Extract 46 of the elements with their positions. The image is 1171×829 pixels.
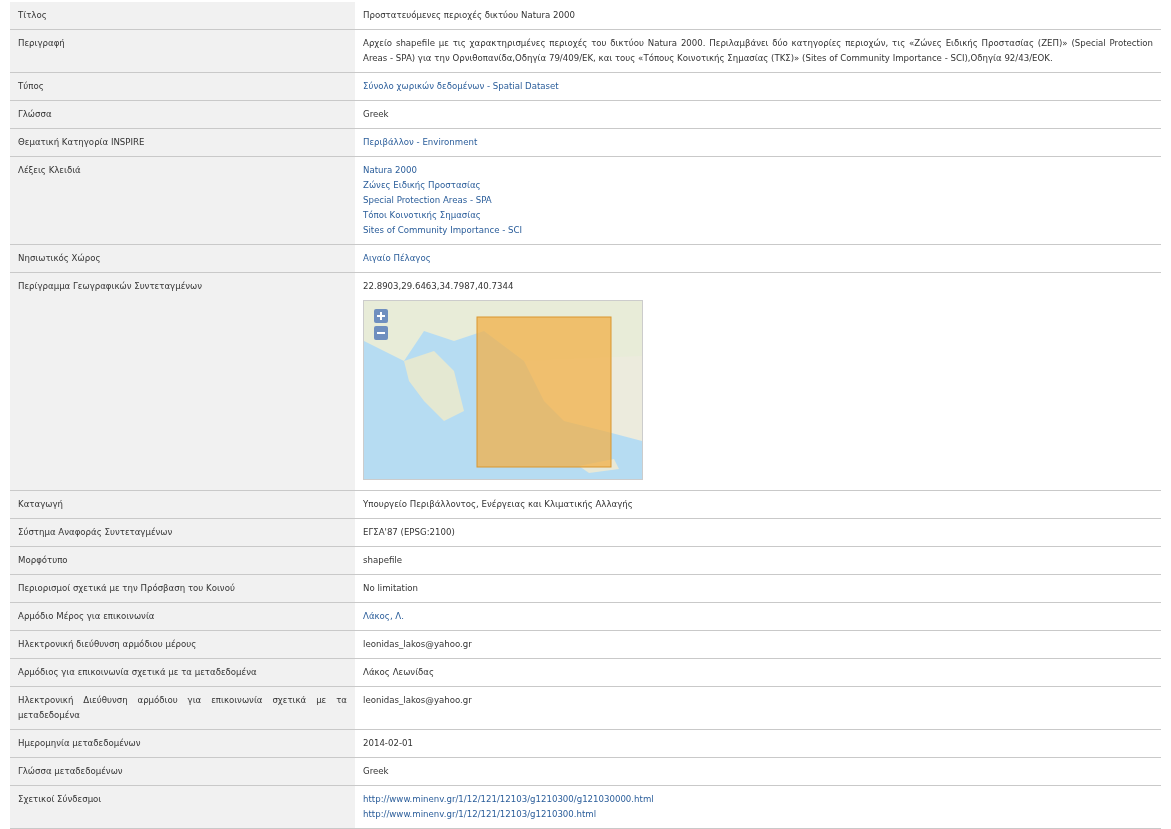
field-label: Περιορισμοί σχετικά με την Πρόσβαση του Κοινού	[10, 575, 355, 603]
field-label: Σχετικοί Σύνδεσμοι	[10, 786, 355, 829]
coordinates-text: 22.8903,29.6463,34.7987,40.7344	[363, 280, 514, 293]
value-link[interactable]: Special Protection Areas - SPA	[363, 193, 492, 208]
field-label: Γλώσσα	[10, 101, 355, 129]
field-label: Λέξεις Κλειδιά	[10, 157, 355, 245]
value-link[interactable]: Natura 2000	[363, 163, 417, 178]
value-text: 2014-02-01	[363, 737, 413, 750]
value-text: Greek	[363, 765, 389, 778]
value-text: shapefile	[363, 554, 403, 567]
zoom-in-button[interactable]	[374, 309, 388, 323]
field-label: Ημερομηνία μεταδεδομένων	[10, 730, 355, 758]
value-text: Λάκος Λεωνίδας	[363, 666, 435, 679]
field-label: Μορφότυπο	[10, 547, 355, 575]
value-link[interactable]: Τόποι Κοινοτικής Σημασίας	[363, 208, 481, 223]
value-link[interactable]: Sites of Community Importance - SCI	[363, 223, 522, 238]
field-label: Αρμόδιο Μέρος για επικοινωνία	[10, 603, 355, 631]
field-label: Περίγραμμα Γεωγραφικών Συντεταγμένων	[10, 273, 355, 491]
value-link[interactable]: Περιβάλλον - Environment	[363, 135, 478, 150]
value-text: No limitation	[363, 582, 419, 595]
field-label: Νησιωτικός Χώρος	[10, 245, 355, 273]
value-text: ΕΓΣΑ'87 (EPSG:2100)	[363, 526, 455, 539]
value-text: leonidas_lakos@yahoo.gr	[363, 694, 472, 707]
zoom-out-button[interactable]	[374, 326, 388, 340]
value-text: Αρχείο shapefile με τις χαρακτηρισμένες περιοχές του δικτύου Natura 2000. Περιλαμβάνει δύο κατηγορίες περιοχών, τις «Ζώνες Ειδικής Προστασίας (ΖΕΠ)» (Special Protection Areas - SPA) για την Ορνιθοπανίδα,Οδηγία 79/409/ΕΚ, και τους «Τόπους Κοινοτικής Σημασίας (ΤΚΣ)» (Sites of Community Importance - SCI),Οδηγία 92/43/ΕΟΚ.	[363, 37, 1153, 65]
field-label: Σύστημα Αναφοράς Συντεταγμένων	[10, 519, 355, 547]
plus-icon	[376, 311, 386, 321]
value-link[interactable]: http://www.minenv.gr/1/12/121/12103/g1210300.html	[363, 807, 597, 822]
value-link[interactable]: Ζώνες Ειδικής Προστασίας	[363, 178, 481, 193]
field-label: Τύπος	[10, 73, 355, 101]
field-label: Καταγωγή	[10, 491, 355, 519]
value-text: Greek	[363, 108, 389, 121]
value-text: Υπουργείο Περιβάλλοντος, Ενέργειας και Κλιματικής Αλλαγής	[363, 498, 633, 511]
value-link[interactable]: Αιγαίο Πέλαγος	[363, 251, 431, 266]
field-label: Θεματική Κατηγορία INSPIRE	[10, 129, 355, 157]
field-label: Ηλεκτρονική Διεύθυνση αρμόδιου για επικοινωνία σχετικά με τα μεταδεδομένα	[10, 687, 355, 730]
value-link[interactable]: Σύνολο χωρικών δεδομένων - Spatial Dataset	[363, 79, 559, 94]
value-link[interactable]: http://www.minenv.gr/1/12/121/12103/g1210300/g121030000.html	[363, 792, 654, 807]
field-label: Αρμόδιος για επικοινωνία σχετικά με τα μεταδεδομένα	[10, 659, 355, 687]
field-label: Ηλεκτρονική διεύθυνση αρμόδιου μέρους	[10, 631, 355, 659]
value-text: Προστατευόμενες περιοχές δικτύου Natura 2000	[363, 9, 575, 22]
value-text: leonidas_lakos@yahoo.gr	[363, 638, 472, 651]
field-label: Τίτλος	[10, 2, 355, 30]
field-label: Περιγραφή	[10, 30, 355, 73]
field-label: Γλώσσα μεταδεδομένων	[10, 758, 355, 786]
value-link[interactable]: Λάκος, Λ.	[363, 609, 404, 624]
